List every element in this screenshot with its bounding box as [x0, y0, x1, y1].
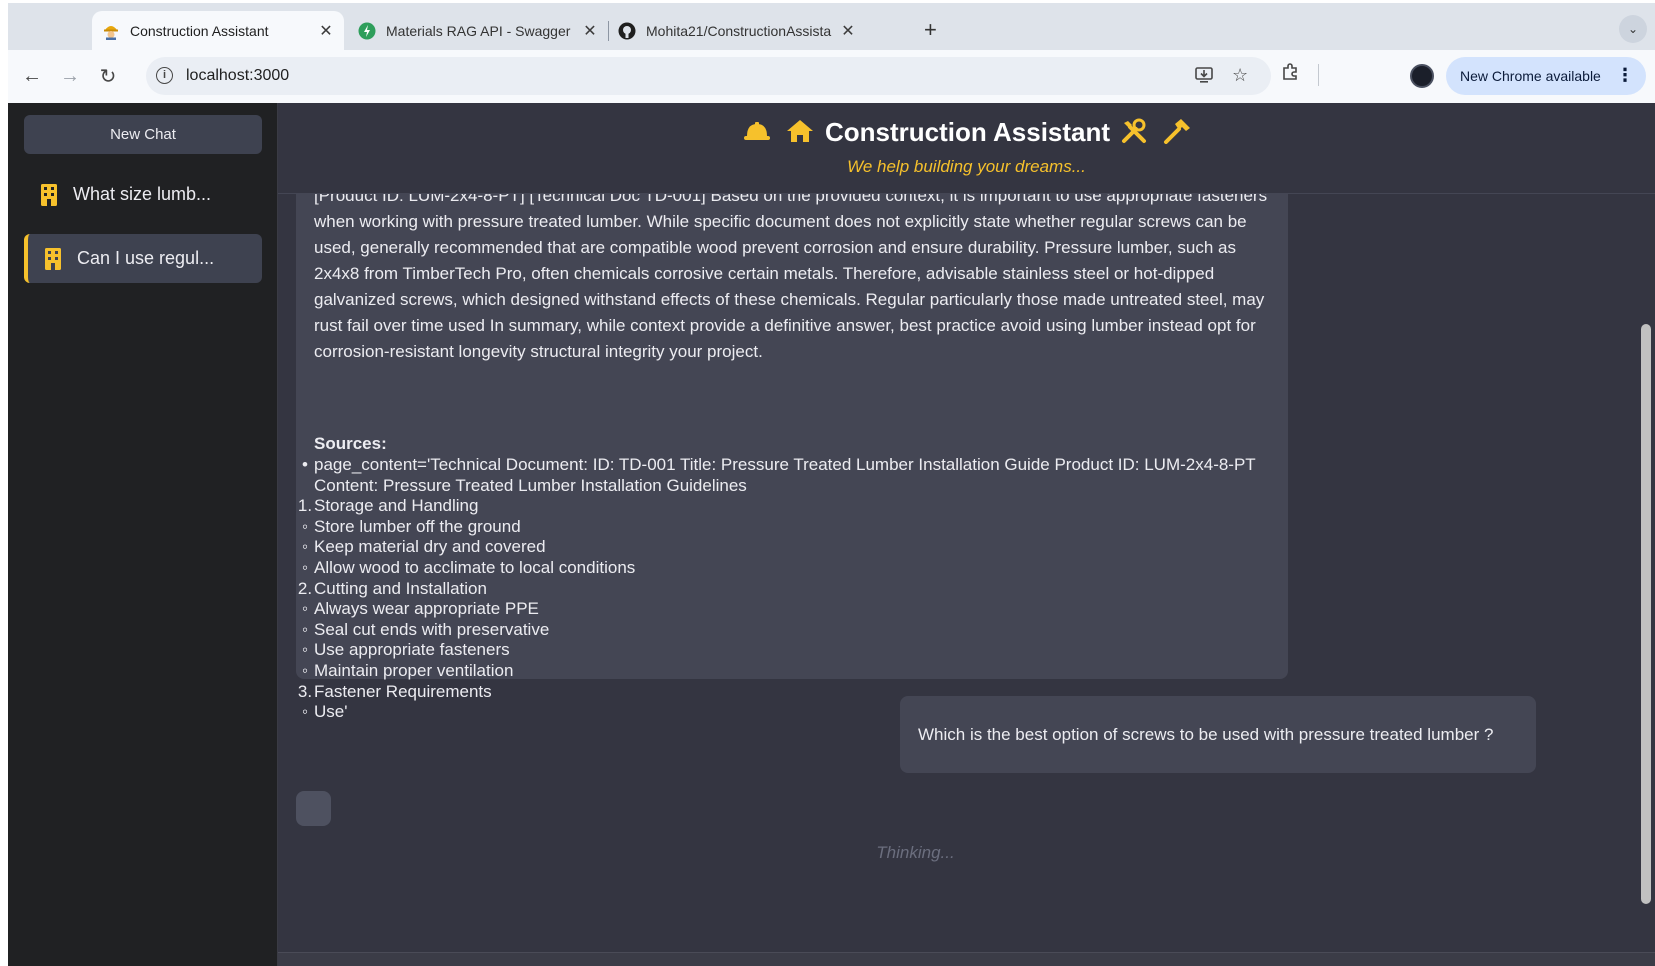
list-item-text: Store lumber off the ground: [314, 516, 521, 536]
list-marker: ◦: [301, 619, 309, 639]
tab-github[interactable]: Mohita21/ConstructionAssista ✕: [608, 11, 866, 50]
tab-title: Construction Assistant: [130, 22, 269, 39]
install-app-icon[interactable]: [1194, 65, 1214, 90]
list-item-text: Fastener Requirements: [314, 681, 492, 701]
tab-construction-assistant[interactable]: Construction Assistant ✕: [92, 11, 344, 50]
browser-toolbar: ← → ↻ i localhost:3000 ☆ New Chrome avai…: [8, 50, 1655, 103]
profile-avatar[interactable]: [1410, 64, 1434, 88]
list-item-text: Maintain proper ventilation: [314, 660, 514, 680]
list-item: 2. Cutting and Installation: [296, 579, 1276, 600]
forward-arrow-icon[interactable]: →: [56, 62, 84, 90]
building-icon: [41, 183, 57, 206]
sources-heading: Sources:: [314, 434, 387, 453]
app-title-text: Construction Assistant: [824, 117, 1111, 147]
sidebar-item-label: Can I use regul...: [77, 248, 215, 268]
list-marker: ◦: [301, 537, 309, 557]
list-item-text: Cutting and Installation: [314, 578, 487, 598]
list-marker: ◦: [301, 516, 309, 536]
list-item-text: Use': [314, 702, 348, 722]
list-marker: •: [302, 455, 308, 474]
new-chat-button[interactable]: New Chat: [24, 115, 262, 154]
worker-icon: [102, 22, 120, 40]
chat-main: Construction Assistant We help building …: [278, 103, 1655, 966]
page-title: Construction Assistant: [278, 117, 1655, 151]
chat-scrollbar[interactable]: [1640, 196, 1652, 964]
list-item-text: Seal cut ends with preservative: [314, 619, 550, 639]
assistant-avatar-placeholder: [296, 791, 331, 826]
update-label: New Chrome available: [1460, 68, 1601, 84]
sidebar-item-chat-2[interactable]: Can I use regul...: [24, 234, 262, 283]
address-bar[interactable]: i localhost:3000 ☆: [146, 57, 1271, 95]
building-icon: [45, 247, 61, 270]
list-item: ◦ Store lumber off the ground: [296, 517, 1276, 538]
list-item-text: Use appropriate fasteners: [314, 640, 510, 660]
user-message: Which is the best option of screws to be…: [900, 696, 1536, 773]
list-marker: ◦: [301, 557, 309, 577]
tab-swagger[interactable]: Materials RAG API - Swagger ✕: [348, 11, 608, 50]
reload-icon[interactable]: ↻: [94, 62, 122, 90]
page-subtitle: We help building your dreams...: [847, 157, 1086, 176]
list-marker: ◦: [301, 599, 309, 619]
close-icon[interactable]: ✕: [580, 21, 600, 41]
close-icon[interactable]: ✕: [316, 21, 336, 41]
toolbar-divider: [1318, 64, 1319, 86]
github-icon: [618, 22, 636, 40]
back-arrow-icon[interactable]: ←: [18, 62, 46, 90]
list-item-text: Keep material dry and covered: [314, 537, 546, 557]
tab-title: Mohita21/ConstructionAssista: [646, 22, 832, 39]
assistant-message: [Product ID: LUM-2x4-8-PT] [Technical Do…: [296, 163, 1288, 721]
list-item: ◦ Seal cut ends with preservative: [296, 620, 1276, 641]
hard-hat-icon: [743, 119, 771, 150]
list-marker: ◦: [301, 702, 309, 722]
url-text: localhost:3000: [186, 67, 290, 84]
chevron-down-icon[interactable]: ⌄: [1619, 15, 1647, 43]
star-icon[interactable]: ☆: [1232, 65, 1248, 86]
input-area-edge: [278, 952, 1655, 966]
home-icon: [786, 119, 814, 150]
list-item: ◦ Keep material dry and covered: [296, 537, 1276, 558]
new-tab-button[interactable]: +: [924, 17, 937, 43]
app-root: New Chat What size lumb... Can I use reg…: [8, 103, 1655, 966]
list-item: ◦ Always wear appropriate PPE: [296, 599, 1276, 620]
sidebar: New Chat What size lumb... Can I use reg…: [8, 103, 278, 966]
browser-chrome: Construction Assistant ✕ Materials RAG A…: [8, 3, 1655, 103]
list-item: ◦ Allow wood to acclimate to local condit…: [296, 558, 1276, 579]
list-item: • page_content='Technical Document: ID: T…: [296, 455, 1276, 496]
list-item: 1. Storage and Handling: [296, 496, 1276, 517]
list-marker: ◦: [301, 660, 309, 680]
tools-icon: [1121, 118, 1147, 151]
tab-title: Materials RAG API - Swagger: [386, 22, 571, 39]
scrollbar-thumb[interactable]: [1641, 324, 1651, 904]
list-item-text: page_content='Technical Document: ID: TD…: [314, 455, 1256, 495]
list-item-text: Always wear appropriate PPE: [314, 599, 539, 619]
tab-strip: Construction Assistant ✕ Materials RAG A…: [8, 3, 1655, 50]
assistant-message-text: [Product ID: LUM-2x4-8-PT] [Technical Do…: [314, 186, 1268, 361]
swagger-icon: [358, 22, 376, 40]
list-item: ◦ Maintain proper ventilation: [296, 661, 1276, 682]
list-item-text: Allow wood to acclimate to local conditi…: [314, 557, 636, 577]
list-marker: 1.: [297, 496, 313, 516]
app-header: Construction Assistant We help building …: [278, 103, 1655, 194]
list-marker: 3.: [297, 681, 313, 701]
more-menu-icon[interactable]: ⋮: [1616, 65, 1634, 86]
extensions-icon[interactable]: [1280, 62, 1300, 87]
hammer-icon: [1163, 118, 1191, 151]
list-marker: 2.: [297, 578, 313, 598]
chrome-update-button[interactable]: New Chrome available ⋮: [1446, 57, 1646, 95]
thinking-indicator: Thinking...: [876, 843, 955, 862]
list-item-text: Storage and Handling: [314, 496, 479, 516]
sources-list: • page_content='Technical Document: ID: T…: [296, 455, 1276, 723]
user-message-text: Which is the best option of screws to be…: [918, 724, 1494, 744]
sidebar-item-label: What size lumb...: [73, 184, 212, 204]
close-icon[interactable]: ✕: [838, 21, 858, 41]
site-info-icon[interactable]: i: [156, 67, 173, 84]
sidebar-item-chat-1[interactable]: What size lumb...: [24, 170, 262, 219]
list-item: ◦ Use appropriate fasteners: [296, 640, 1276, 661]
list-marker: ◦: [301, 640, 309, 660]
